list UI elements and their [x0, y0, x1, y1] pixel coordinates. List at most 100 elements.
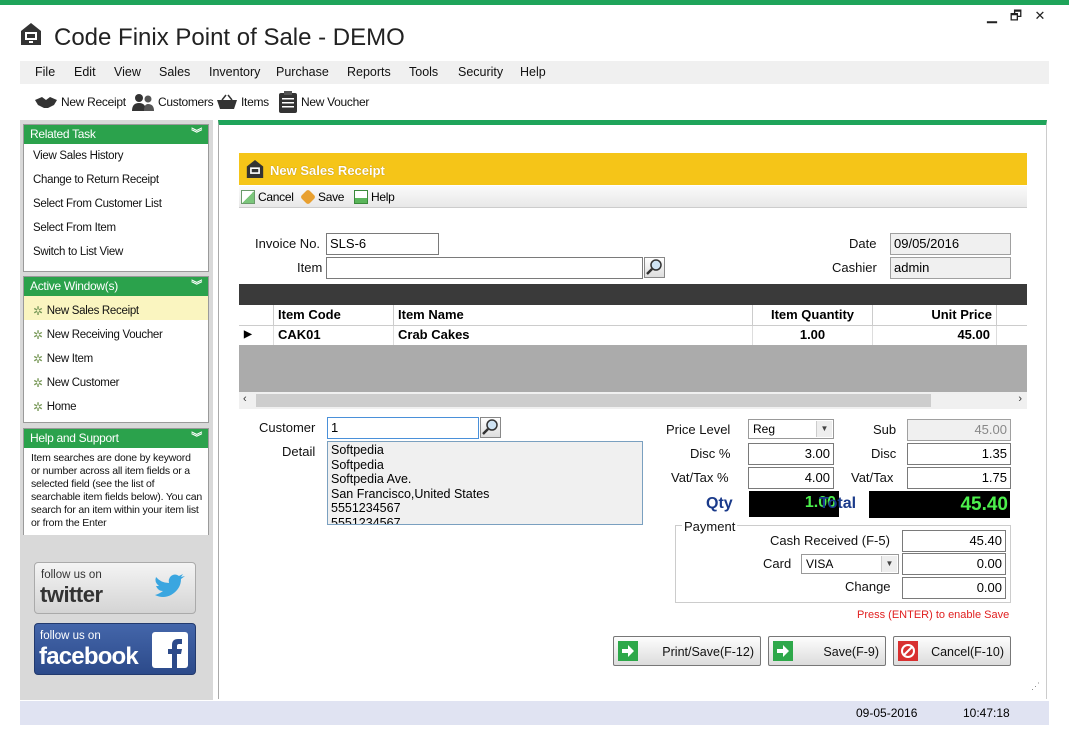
grid-title-bar — [239, 284, 1027, 305]
task-view-sales-history[interactable]: View Sales History — [24, 144, 208, 168]
collapse-chevron-icon[interactable]: ︾ — [191, 429, 202, 445]
menu-file[interactable]: File — [35, 65, 55, 79]
cash-received-field[interactable]: 45.40 — [902, 530, 1006, 552]
save-tool-button[interactable]: Save — [300, 189, 345, 205]
help-text: Item searches are done by keyword or num… — [31, 452, 203, 528]
minimize-button[interactable]: ▁ — [982, 8, 1002, 24]
menu-tools[interactable]: Tools — [409, 65, 438, 79]
window-item-new-item[interactable]: ✲ New Item — [24, 344, 208, 368]
gear-icon: ✲ — [33, 375, 43, 390]
customer-search-button[interactable] — [480, 417, 501, 438]
sub-total-field: 45.00 — [907, 419, 1011, 441]
dropdown-arrow-icon[interactable]: ▼ — [881, 556, 897, 572]
invoice-number-field[interactable]: SLS-6 — [326, 233, 439, 255]
items-button[interactable]: Items — [216, 92, 269, 112]
window-item-home[interactable]: ✲ Home — [24, 392, 208, 416]
menu-security[interactable]: Security — [458, 65, 503, 79]
customer-input[interactable]: 1 — [327, 417, 479, 439]
sub-label: Sub — [873, 422, 897, 437]
restore-button[interactable]: 🗗 — [1006, 8, 1026, 24]
window-item-new-customer[interactable]: ✲ New Customer — [24, 368, 208, 392]
receipt-title: New Sales Receipt — [270, 163, 385, 178]
cancel-tool-button[interactable]: Cancel — [241, 190, 294, 204]
scroll-right-icon[interactable]: › — [1018, 393, 1022, 405]
vat-pct-label: Vat/Tax % — [671, 470, 729, 485]
window-accent-bar — [0, 0, 1069, 5]
date-label: Date — [849, 236, 877, 251]
cancel-button[interactable]: Cancel(F-10) — [893, 636, 1011, 666]
facebook-follow-button[interactable]: follow us on facebook — [34, 623, 196, 675]
active-windows-header[interactable]: Active Window(s) ︾ — [24, 277, 208, 296]
related-task-header[interactable]: Related Task ︾ — [24, 125, 208, 144]
grid-cell-item-code[interactable]: CAK01 — [274, 326, 394, 345]
facebook-logo-text: facebook — [39, 643, 139, 670]
gear-icon: ✲ — [33, 351, 43, 366]
grid-header-item-code[interactable]: Item Code — [274, 305, 394, 326]
disc-pct-field[interactable]: 3.00 — [748, 443, 834, 465]
save-tool-label: Save — [318, 190, 345, 204]
window-item-new-sales-receipt[interactable]: ✲ New Sales Receipt — [24, 296, 208, 320]
grid-header-item-name[interactable]: Item Name — [394, 305, 753, 326]
grid-header-unit-price[interactable]: Unit Price — [873, 305, 997, 326]
save-button[interactable]: Save(F-9) — [768, 636, 886, 666]
payment-title: Payment — [682, 519, 738, 534]
home-monitor-icon — [20, 22, 42, 46]
menu-reports[interactable]: Reports — [347, 65, 391, 79]
item-search-input[interactable] — [326, 257, 643, 279]
resize-grip-icon[interactable]: ⋰ — [1031, 681, 1040, 692]
menu-inventory[interactable]: Inventory — [209, 65, 260, 79]
window-item-label: New Item — [46, 352, 93, 365]
print-save-button[interactable]: Print/Save(F-12) — [613, 636, 761, 666]
cancel-tool-label: Cancel — [258, 190, 294, 204]
item-search-button[interactable] — [644, 257, 665, 278]
green-arrow-icon — [618, 641, 638, 661]
twitter-bird-icon — [155, 574, 185, 597]
new-receipt-button[interactable]: New Receipt — [34, 92, 126, 112]
disc-amount-field[interactable]: 1.35 — [907, 443, 1011, 465]
help-tool-button[interactable]: Help — [354, 190, 395, 204]
gear-icon: ✲ — [33, 327, 43, 342]
twitter-follow-button[interactable]: follow us on twitter — [34, 562, 196, 614]
dropdown-arrow-icon[interactable]: ▼ — [816, 421, 832, 437]
card-type-select[interactable]: VISA ▼ — [801, 554, 899, 574]
collapse-chevron-icon[interactable]: ︾ — [191, 277, 202, 293]
task-select-item[interactable]: Select From Item — [24, 216, 208, 240]
menu-purchase[interactable]: Purchase — [276, 65, 329, 79]
collapse-chevron-icon[interactable]: ︾ — [191, 125, 202, 141]
customer-label: Customer — [259, 420, 316, 435]
card-amount-field[interactable]: 0.00 — [902, 553, 1006, 575]
menu-sales[interactable]: Sales — [159, 65, 190, 79]
task-select-customer[interactable]: Select From Customer List — [24, 192, 208, 216]
task-switch-list-view[interactable]: Switch to List View — [24, 240, 208, 264]
menu-help[interactable]: Help — [520, 65, 546, 79]
grid-cell-item-name[interactable]: Crab Cakes — [394, 326, 753, 345]
task-change-to-return[interactable]: Change to Return Receipt — [24, 168, 208, 192]
help-panel: Help and Support ︾ Item searches are don… — [23, 428, 209, 535]
grid-cell-unit-price[interactable]: 45.00 — [873, 326, 997, 345]
disc-label: Disc — [871, 446, 897, 461]
twitter-logo-text: twitter — [40, 582, 103, 607]
customers-button[interactable]: Customers — [131, 92, 214, 112]
scroll-thumb[interactable] — [256, 394, 931, 407]
vat-amount-field[interactable]: 1.75 — [907, 467, 1011, 489]
green-arrow-icon — [773, 641, 793, 661]
help-title: Help and Support — [30, 431, 119, 445]
vat-pct-field[interactable]: 4.00 — [748, 467, 834, 489]
help-header[interactable]: Help and Support ︾ — [24, 429, 208, 448]
items-label: Items — [241, 95, 269, 109]
menu-edit[interactable]: Edit — [74, 65, 96, 79]
scroll-left-icon[interactable]: ‹ — [243, 393, 247, 405]
new-receipt-label: New Receipt — [61, 95, 126, 109]
related-task-panel: Related Task ︾ View Sales History Change… — [23, 124, 209, 272]
menu-view[interactable]: View — [114, 65, 141, 79]
price-level-select[interactable]: Reg ▼ — [748, 419, 834, 439]
new-voucher-button[interactable]: New Voucher — [278, 91, 369, 113]
row-selector-arrow-icon[interactable]: ▶ — [239, 326, 274, 345]
close-button[interactable]: ✕ — [1030, 8, 1050, 24]
active-windows-panel: Active Window(s) ︾ ✲ New Sales Receipt ✲ N… — [23, 276, 209, 423]
customer-detail-box[interactable]: Softpedia Softpedia Softpedia Ave. San F… — [327, 441, 643, 525]
grid-header-item-quantity[interactable]: Item Quantity — [753, 305, 873, 326]
grid-horizontal-scrollbar[interactable]: ‹ › — [239, 392, 1027, 409]
window-item-new-receiving-voucher[interactable]: ✲ New Receiving Voucher — [24, 320, 208, 344]
grid-cell-item-quantity[interactable]: 1.00 — [753, 326, 873, 345]
